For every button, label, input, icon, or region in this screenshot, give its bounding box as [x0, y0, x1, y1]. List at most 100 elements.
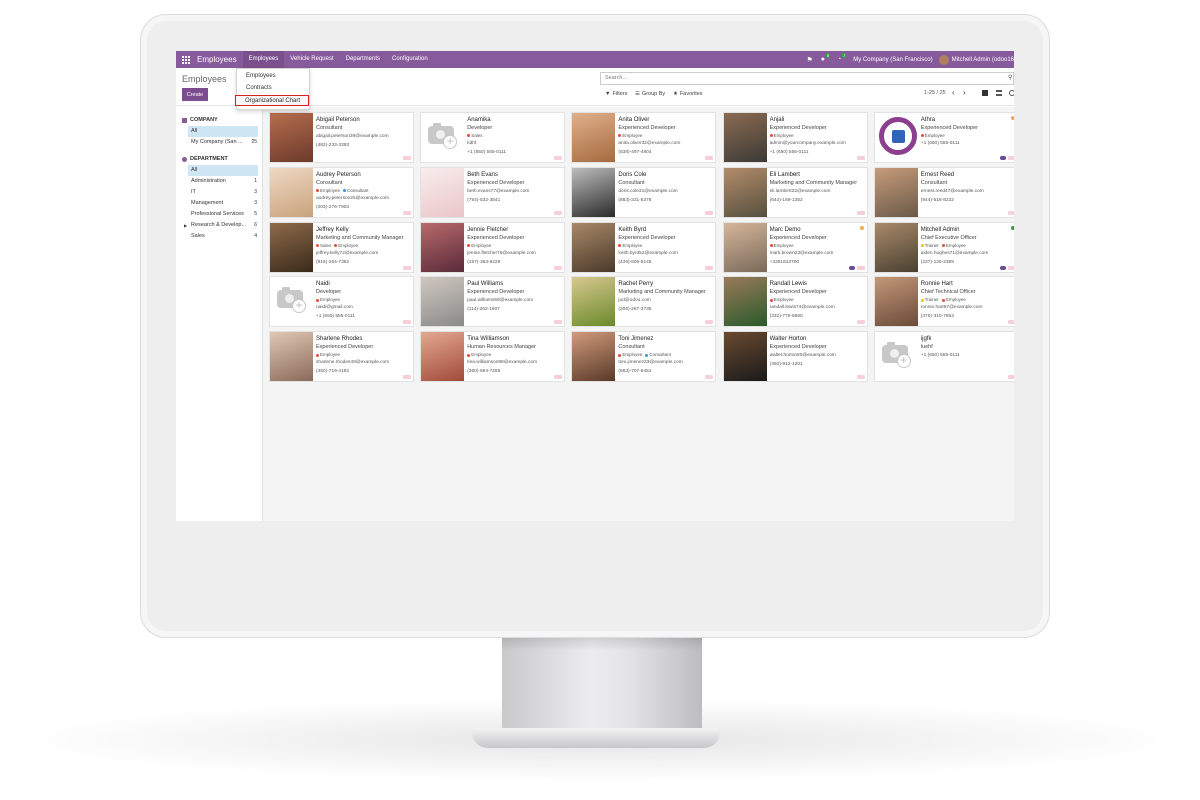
activity-icon[interactable]	[856, 265, 865, 270]
activity-icon[interactable]	[403, 320, 411, 325]
activity-icon[interactable]	[1007, 320, 1014, 325]
employee-name[interactable]: Paul Williams	[467, 280, 564, 288]
employee-name[interactable]: Anamika	[467, 116, 564, 124]
chat-icon[interactable]	[999, 265, 1006, 270]
department-item-it[interactable]: IT 3	[188, 187, 258, 198]
employee-card[interactable]: Sharlene Rhodes Experienced Developer Empl…	[269, 331, 414, 383]
employee-name[interactable]: Athra	[921, 116, 1014, 124]
app-brand[interactable]: Employees	[197, 55, 237, 64]
list-view-icon[interactable]	[996, 90, 1002, 96]
activity-icon[interactable]	[554, 156, 563, 160]
dropdown-contracts[interactable]: Contracts	[237, 83, 309, 94]
activity-icon[interactable]	[705, 210, 714, 215]
employee-card[interactable]: + ijgfk luehf +1 (650) 555-0111	[873, 331, 1014, 383]
activity-icon[interactable]	[856, 320, 865, 325]
employee-name[interactable]: Abigail Peterson	[316, 116, 413, 124]
activity-icon[interactable]	[554, 265, 563, 270]
activity-icon[interactable]	[554, 375, 563, 380]
pager-value[interactable]: 1-25 / 25	[924, 90, 946, 96]
activity-icon[interactable]	[705, 375, 714, 380]
employee-name[interactable]: Tina Williamson	[467, 335, 564, 343]
employee-name[interactable]: Naidi	[316, 280, 413, 288]
bug-icon[interactable]: ⚑	[807, 56, 813, 64]
employee-name[interactable]: Jeffrey Kelly	[316, 226, 413, 234]
employee-card[interactable]: Rachel Perry Marketing and Community Mana…	[571, 276, 717, 328]
employee-name[interactable]: ijgfk	[921, 335, 1014, 343]
employee-card[interactable]: Anita Oliver Experienced Developer Employe…	[571, 112, 717, 163]
pager-previous-icon[interactable]: ‹	[952, 88, 955, 97]
department-item-research-development[interactable]: ▶ Research & Develop... 6	[184, 220, 258, 231]
menu-configuration[interactable]: Configuration	[386, 51, 434, 68]
user-menu[interactable]: Mitchell Admin (odoo16	[952, 57, 1014, 63]
activity-icon[interactable]	[403, 265, 411, 270]
employee-card[interactable]: Tina Williamson Human Resources Manager Em…	[420, 331, 566, 383]
employee-card[interactable]: Keith Byrd Experienced Developer Employee k…	[571, 221, 717, 273]
department-item-professional-services[interactable]: Professional Services 5	[188, 209, 258, 220]
activity-icon[interactable]	[1007, 210, 1014, 215]
employee-card[interactable]: Ernest Reed Consultant ernest.reed47@examp…	[873, 166, 1014, 218]
employee-name[interactable]: Marc Demo	[770, 226, 867, 234]
kanban-view-icon[interactable]	[982, 90, 988, 96]
employee-card[interactable]: Doris Cole Consultant doris.cole31@example…	[571, 166, 717, 218]
group-by-button[interactable]: ☰ Group By	[635, 91, 665, 97]
chat-icon[interactable]: ● 5	[821, 53, 831, 63]
department-item-management[interactable]: Management 3	[188, 198, 258, 209]
activity-icon[interactable]	[856, 156, 865, 160]
employee-name[interactable]: Doris Cole	[618, 171, 715, 179]
employee-card[interactable]: Ronnie Hart Chief Technical Officer Traine…	[873, 276, 1014, 328]
favorites-button[interactable]: ★ Favorites	[673, 91, 703, 97]
employee-card[interactable]: Jennie Fletcher Experienced Developer Empl…	[420, 221, 566, 273]
chat-icon[interactable]	[999, 156, 1006, 160]
chat-icon[interactable]	[848, 265, 855, 270]
employee-name[interactable]: Mitchell Admin	[921, 226, 1014, 234]
employee-card[interactable]: Marc Demo Experienced Developer Employee ma…	[722, 221, 868, 273]
menu-employees[interactable]: Employees	[242, 51, 285, 68]
apps-menu-icon[interactable]	[182, 55, 190, 64]
employee-card[interactable]: Athra Experienced Developer Employee +1 (65…	[873, 112, 1014, 163]
employee-card[interactable]: Beth Evans Experienced Developer beth.evan…	[420, 166, 566, 218]
employee-name[interactable]: Ronnie Hart	[921, 280, 1014, 288]
caret-right-icon[interactable]: ▶	[184, 220, 187, 231]
employee-card[interactable]: Eli Lambert Marketing and Community Manag…	[722, 166, 868, 218]
employee-name[interactable]: Eli Lambert	[770, 171, 867, 179]
employee-name[interactable]: Rachel Perry	[618, 280, 715, 288]
employee-card[interactable]: Walter Horton Experienced Developer walter…	[722, 331, 868, 383]
employee-card[interactable]: Anjali Experienced Developer Employee admin…	[722, 112, 868, 163]
filters-button[interactable]: ▼ Filters	[605, 91, 627, 97]
employee-name[interactable]: Randall Lewis	[770, 280, 867, 288]
employee-card[interactable]: Audrey Peterson Consultant Employee Consult…	[269, 166, 414, 218]
employee-name[interactable]: Anita Oliver	[618, 116, 715, 124]
employee-name[interactable]: Walter Horton	[770, 335, 867, 343]
activity-icon[interactable]	[705, 320, 714, 325]
activity-icon[interactable]	[1007, 265, 1014, 270]
activity-icon[interactable]	[403, 375, 411, 380]
company-switcher[interactable]: My Company (San Francisco)	[853, 57, 932, 63]
user-avatar[interactable]	[938, 54, 949, 65]
create-button[interactable]: Create	[182, 88, 208, 101]
activity-icon[interactable]	[1007, 375, 1014, 380]
employee-card[interactable]: Toni Jimenez Consultant Employee Consultant…	[571, 331, 717, 383]
pager-next-icon[interactable]: ›	[963, 88, 966, 97]
activity-icon[interactable]	[856, 375, 865, 380]
employee-name[interactable]: Beth Evans	[467, 171, 564, 179]
employee-name[interactable]: Jennie Fletcher	[467, 226, 564, 234]
activity-view-icon[interactable]	[1009, 90, 1014, 96]
activity-icon[interactable]	[554, 210, 563, 215]
clock-icon[interactable]: ◔ 7	[837, 53, 847, 63]
employee-name[interactable]: Keith Byrd	[618, 226, 715, 234]
activity-icon[interactable]	[403, 156, 411, 160]
employee-name[interactable]: Audrey Peterson	[316, 171, 413, 179]
employee-name[interactable]: Anjali	[770, 116, 867, 124]
employee-card[interactable]: + Naidi Developer Employee naidi@gmail.com +1…	[269, 276, 414, 328]
employee-card[interactable]: Mitchell Admin Chief Executive Officer Tra…	[873, 221, 1014, 273]
department-item-administration[interactable]: Administration 1	[188, 176, 258, 187]
employee-card[interactable]: + Anamika Developer Sales kdhf +1 (650) 555-0…	[420, 112, 566, 163]
company-item-all[interactable]: All	[188, 126, 258, 137]
employee-name[interactable]: Sharlene Rhodes	[316, 335, 413, 343]
activity-icon[interactable]	[554, 320, 563, 325]
menu-departments[interactable]: Departments	[340, 51, 386, 68]
menu-vehicle-request[interactable]: Vehicle Request	[284, 51, 339, 68]
activity-icon[interactable]	[705, 156, 714, 160]
search-icon[interactable]: ⚲	[1008, 74, 1012, 81]
search-input[interactable]: Search...	[600, 72, 1014, 85]
